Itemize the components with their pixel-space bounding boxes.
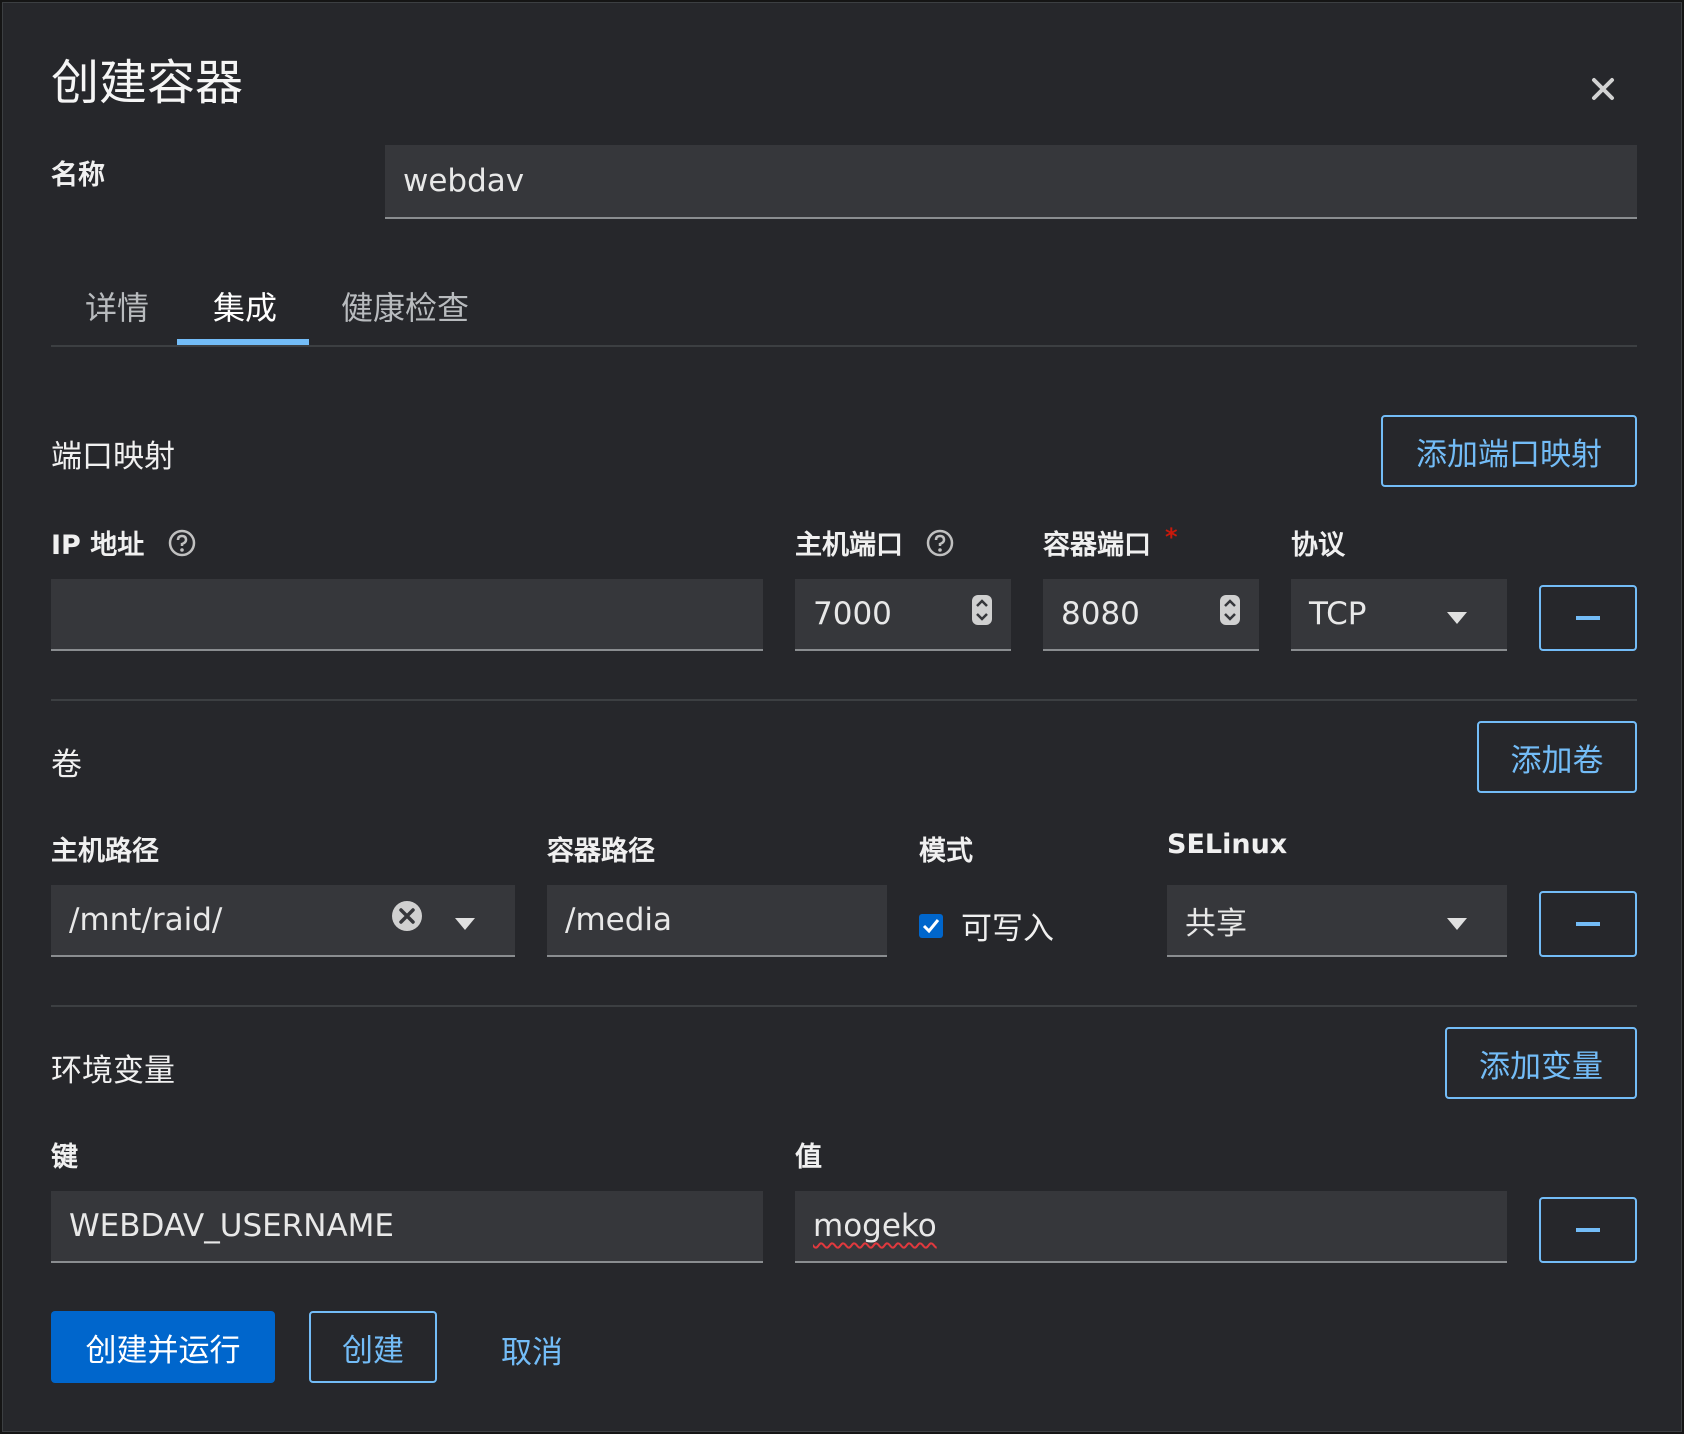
selinux-label: SELinux <box>1167 829 1288 860</box>
help-icon[interactable] <box>926 529 954 564</box>
tab-health-check[interactable]: 健康检查 <box>341 283 469 329</box>
container-port-label-text: 容器端口 <box>1043 530 1151 561</box>
host-path-typeahead[interactable]: /mnt/raid/ <box>51 885 515 957</box>
remove-volume-button[interactable] <box>1539 891 1637 957</box>
mode-writable-option: 可写入 <box>919 903 1054 948</box>
create-and-run-button[interactable]: 创建并运行 <box>51 1311 275 1383</box>
active-tab-indicator <box>177 339 309 345</box>
protocol-value: TCP <box>1309 596 1367 632</box>
spinner-icon[interactable] <box>971 594 993 634</box>
name-label: 名称 <box>51 160 105 191</box>
minus-icon <box>1576 616 1600 620</box>
host-path-value: /mnt/raid/ <box>69 902 223 938</box>
close-icon[interactable] <box>1579 65 1627 113</box>
minus-icon <box>1576 1228 1600 1232</box>
caret-down-icon[interactable] <box>455 902 475 938</box>
caret-down-icon <box>1447 902 1467 938</box>
caret-down-icon <box>1447 596 1467 632</box>
env-value-input[interactable]: mogeko <box>795 1191 1507 1263</box>
host-path-label: 主机路径 <box>51 836 159 867</box>
env-value-label: 值 <box>795 1142 822 1173</box>
name-input[interactable]: webdav <box>385 145 1637 219</box>
ip-address-input[interactable] <box>51 579 763 651</box>
env-key-input[interactable]: WEBDAV_USERNAME <box>51 1191 763 1263</box>
host-port-value: 7000 <box>813 596 892 632</box>
container-port-label: 容器端口 * <box>1043 523 1178 562</box>
create-button[interactable]: 创建 <box>309 1311 437 1383</box>
protocol-select[interactable]: TCP <box>1291 579 1507 651</box>
container-port-input[interactable]: 8080 <box>1043 579 1259 651</box>
tabs-divider <box>51 345 1637 347</box>
add-variable-button[interactable]: 添加变量 <box>1445 1027 1637 1099</box>
protocol-label: 协议 <box>1291 530 1345 561</box>
ip-address-label: IP 地址 <box>51 523 196 564</box>
container-port-value: 8080 <box>1061 596 1140 632</box>
cancel-link[interactable]: 取消 <box>501 1327 563 1372</box>
writable-checkbox[interactable] <box>919 913 943 938</box>
remove-variable-button[interactable] <box>1539 1197 1637 1263</box>
tab-integration[interactable]: 集成 <box>213 283 277 329</box>
mode-label: 模式 <box>919 836 973 867</box>
env-key-label: 键 <box>51 1142 78 1173</box>
host-port-input[interactable]: 7000 <box>795 579 1011 651</box>
container-path-value: /media <box>565 902 673 938</box>
section-divider <box>51 1005 1637 1007</box>
port-mapping-title: 端口映射 <box>51 439 175 475</box>
create-container-dialog: 创建容器 名称 webdav 详情 集成 健康检查 端口映射 添加端口映射 IP… <box>2 2 1682 1432</box>
env-vars-title: 环境变量 <box>51 1053 175 1089</box>
name-input-value: webdav <box>403 163 525 199</box>
selinux-select[interactable]: 共享 <box>1167 885 1507 957</box>
volumes-title: 卷 <box>51 747 82 783</box>
required-mark: * <box>1165 523 1178 551</box>
writable-label: 可写入 <box>961 911 1054 947</box>
ip-address-label-text: IP 地址 <box>51 530 145 561</box>
host-port-label: 主机端口 <box>795 523 954 564</box>
selinux-value: 共享 <box>1185 905 1247 942</box>
remove-port-button[interactable] <box>1539 585 1637 651</box>
env-key-value: WEBDAV_USERNAME <box>69 1208 394 1244</box>
container-path-input[interactable]: /media <box>547 885 887 957</box>
spinner-icon[interactable] <box>1219 594 1241 634</box>
minus-icon <box>1576 922 1600 926</box>
add-port-mapping-button[interactable]: 添加端口映射 <box>1381 415 1637 487</box>
clear-icon[interactable] <box>391 900 423 940</box>
dialog-title: 创建容器 <box>51 55 244 111</box>
tab-details[interactable]: 详情 <box>85 283 149 329</box>
container-path-label: 容器路径 <box>547 836 655 867</box>
add-volume-button[interactable]: 添加卷 <box>1477 721 1637 793</box>
host-port-label-text: 主机端口 <box>795 530 903 561</box>
help-icon[interactable] <box>168 529 196 564</box>
env-value-value: mogeko <box>813 1208 937 1244</box>
section-divider <box>51 699 1637 701</box>
